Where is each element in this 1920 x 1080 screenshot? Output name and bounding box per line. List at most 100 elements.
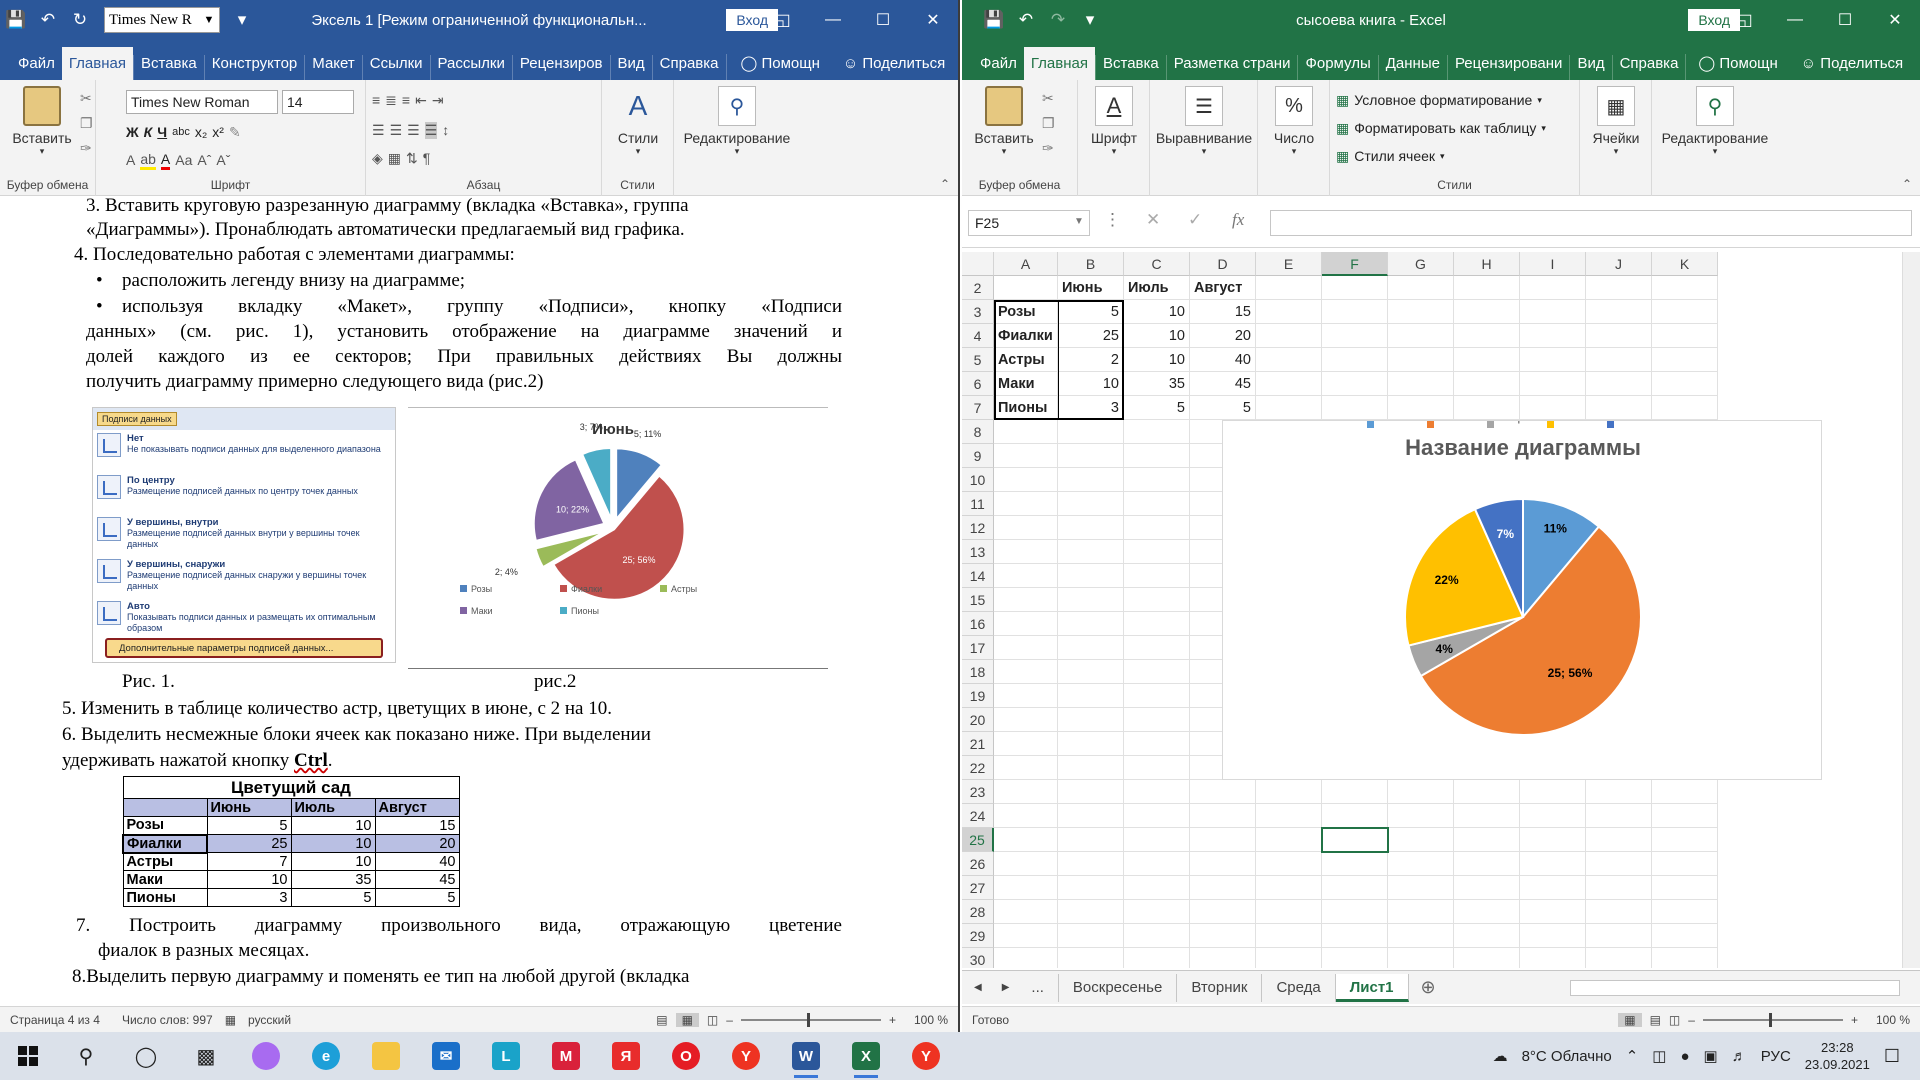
- sort-icon[interactable]: ⇅: [406, 150, 418, 167]
- grid-cell[interactable]: [994, 564, 1058, 588]
- row-header[interactable]: 21: [962, 732, 994, 756]
- grid-cell[interactable]: [1520, 948, 1586, 968]
- grid-cell[interactable]: [1058, 612, 1124, 636]
- notifications-icon[interactable]: ☐: [1884, 1046, 1900, 1067]
- share-button[interactable]: ☺ Поделиться: [1785, 55, 1910, 80]
- proofing-icon[interactable]: ▦: [225, 1013, 236, 1027]
- word-taskbar-icon[interactable]: W: [776, 1032, 836, 1080]
- grid-cell[interactable]: [1190, 948, 1256, 968]
- grid-cell[interactable]: [1322, 372, 1388, 396]
- row-header[interactable]: 13: [962, 540, 994, 564]
- vertical-scrollbar[interactable]: [1902, 252, 1920, 968]
- row-header[interactable]: 17: [962, 636, 994, 660]
- grid-cell[interactable]: [994, 420, 1058, 444]
- align-center-icon[interactable]: ☰: [390, 122, 403, 139]
- add-sheet-icon[interactable]: ⊕: [1421, 977, 1436, 998]
- close-icon[interactable]: ✕: [908, 0, 958, 40]
- grid-cell[interactable]: [1124, 420, 1190, 444]
- tab-design[interactable]: Конструктор: [203, 55, 305, 80]
- chevron-down-icon[interactable]: ▼: [1074, 216, 1084, 227]
- cell-value[interactable]: Фиалки: [994, 324, 1058, 348]
- cell-value[interactable]: 10: [1124, 300, 1190, 324]
- chevron-down-icon[interactable]: ▼: [199, 14, 219, 26]
- clear-format-icon[interactable]: ✎: [229, 124, 241, 141]
- grid-cell[interactable]: [1520, 324, 1586, 348]
- grid-cell[interactable]: [1124, 780, 1190, 804]
- grid-cell[interactable]: [1652, 852, 1718, 876]
- grid-cell[interactable]: [1388, 348, 1454, 372]
- grid-cell[interactable]: [1652, 804, 1718, 828]
- grid-cell[interactable]: [1388, 900, 1454, 924]
- grid-cell[interactable]: [1190, 804, 1256, 828]
- grid-cell[interactable]: [994, 444, 1058, 468]
- ribbon-display-icon[interactable]: ◱: [1720, 0, 1770, 40]
- row-header[interactable]: 24: [962, 804, 994, 828]
- grid-cell[interactable]: [1652, 396, 1718, 420]
- search-icon[interactable]: ⚲: [56, 1032, 116, 1080]
- grid-cell[interactable]: [1058, 660, 1124, 684]
- assistant-app-icon[interactable]: [236, 1032, 296, 1080]
- grid-cell[interactable]: [1256, 276, 1322, 300]
- grid-cell[interactable]: [1388, 804, 1454, 828]
- grid-cell[interactable]: [994, 948, 1058, 968]
- grid-cell[interactable]: [1124, 612, 1190, 636]
- grid-cell[interactable]: [1586, 780, 1652, 804]
- read-mode-icon[interactable]: ▤: [656, 1013, 667, 1027]
- grid-cell[interactable]: [1124, 756, 1190, 780]
- row-header[interactable]: 19: [962, 684, 994, 708]
- grid-cell[interactable]: [994, 276, 1058, 300]
- cell-styles-button[interactable]: ▦ Стили ячеек ▾: [1336, 144, 1573, 168]
- shading-icon[interactable]: ◈: [372, 150, 383, 167]
- grid-cell[interactable]: [1058, 708, 1124, 732]
- grid-cell[interactable]: [1190, 924, 1256, 948]
- cell-value[interactable]: Маки: [994, 372, 1058, 396]
- grid-cell[interactable]: [1256, 348, 1322, 372]
- row-header[interactable]: 18: [962, 660, 994, 684]
- row-header[interactable]: 4: [962, 324, 994, 348]
- cell-value[interactable]: 10: [1124, 348, 1190, 372]
- grid-cell[interactable]: [1124, 804, 1190, 828]
- row-header[interactable]: 9: [962, 444, 994, 468]
- grid-cell[interactable]: [1388, 372, 1454, 396]
- conditional-formatting-button[interactable]: ▦ Условное форматирование ▾: [1336, 88, 1573, 112]
- multilevel-icon[interactable]: ≡: [402, 92, 410, 108]
- customize-qat-icon[interactable]: ▾: [1074, 10, 1106, 30]
- row-header[interactable]: 11: [962, 492, 994, 516]
- column-header[interactable]: F: [1322, 252, 1388, 276]
- font-name-box[interactable]: Times New Roman: [126, 90, 278, 114]
- row-header[interactable]: 30: [962, 948, 994, 968]
- column-header[interactable]: C: [1124, 252, 1190, 276]
- grid-cell[interactable]: [1586, 804, 1652, 828]
- grid-cell[interactable]: [1454, 396, 1520, 420]
- tray-app-icon[interactable]: ◫: [1652, 1047, 1666, 1065]
- grid-cell[interactable]: [1586, 852, 1652, 876]
- zoom-level[interactable]: 100 %: [914, 1013, 948, 1027]
- grid-cell[interactable]: [1124, 588, 1190, 612]
- grid-cell[interactable]: [1652, 948, 1718, 968]
- tab-layout[interactable]: Макет: [304, 55, 361, 80]
- cell-value[interactable]: Июль: [1124, 276, 1190, 300]
- text-effects-icon[interactable]: A: [126, 152, 135, 168]
- excel-pie-chart[interactable]: Название диаграммы 11% 25; 56% 4% 22% 7% Розы Ф…: [1223, 410, 1823, 781]
- tab-file[interactable]: Файл: [4, 55, 62, 80]
- tab-formulas[interactable]: Формулы: [1297, 55, 1377, 80]
- grid-cell[interactable]: [1388, 396, 1454, 420]
- grow-font-icon[interactable]: Aˆ: [197, 152, 211, 168]
- yandex-icon[interactable]: Я: [596, 1032, 656, 1080]
- insert-function-icon[interactable]: fx: [1232, 210, 1244, 230]
- copy-icon[interactable]: ❐: [1042, 115, 1055, 132]
- tab-insert[interactable]: Вставка: [132, 55, 204, 80]
- network-icon[interactable]: ▣: [1704, 1047, 1718, 1065]
- numbering-icon[interactable]: ≣: [385, 92, 397, 109]
- zoom-out-icon[interactable]: –: [1688, 1013, 1695, 1027]
- row-header[interactable]: 25: [962, 828, 994, 852]
- grid-cell[interactable]: [1520, 396, 1586, 420]
- grid-cell[interactable]: [1058, 540, 1124, 564]
- grid-cell[interactable]: [1058, 636, 1124, 660]
- grid-cell[interactable]: [1454, 780, 1520, 804]
- increase-indent-icon[interactable]: ⇥: [432, 92, 444, 109]
- tab-view[interactable]: Вид: [609, 55, 652, 80]
- strikethrough-icon[interactable]: abc: [172, 126, 190, 138]
- page-layout-icon[interactable]: ▤: [1650, 1013, 1661, 1027]
- zoom-level[interactable]: 100 %: [1876, 1013, 1910, 1027]
